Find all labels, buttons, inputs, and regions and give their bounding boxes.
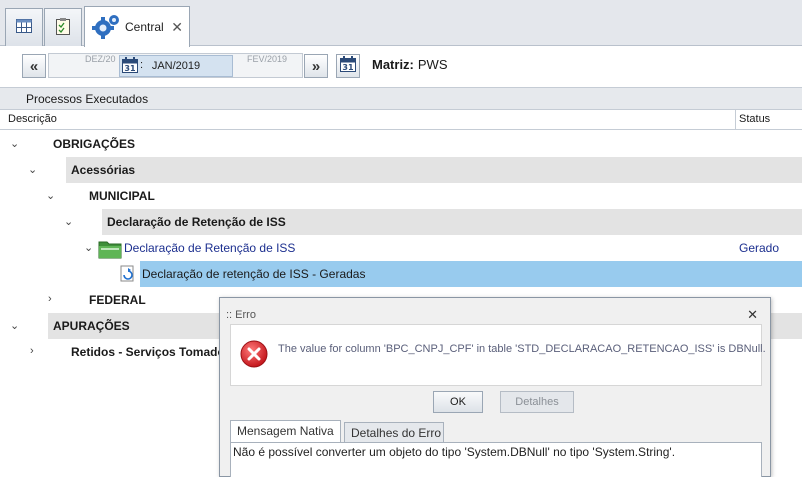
status-value: Gerado: [739, 241, 780, 255]
period-current-label: JAN/2019: [151, 60, 201, 72]
chevron-down-icon[interactable]: ⌄: [28, 163, 37, 176]
chevron-down-icon[interactable]: ⌄: [10, 319, 19, 332]
period-prev-label[interactable]: DEZ/20: [85, 54, 116, 64]
native-message: Não é possível converter um objeto do ti…: [230, 442, 762, 477]
dialog-message-area: [230, 324, 762, 386]
tree-row-acessorias[interactable]: ⌄ Acessórias: [0, 157, 802, 183]
chevron-down-icon[interactable]: ⌄: [10, 137, 19, 150]
matriz-display: Matriz: PWS: [372, 57, 448, 72]
period-selector[interactable]: DEZ/20 FEV/2019 31 : JAN/2019: [48, 53, 303, 78]
panel-title: Processos Executados: [0, 87, 802, 110]
tree-row-municipal[interactable]: ⌄ MUNICIPAL: [0, 183, 802, 209]
double-chevron-right-icon: »: [311, 57, 321, 75]
column-description[interactable]: Descrição: [8, 113, 57, 125]
refresh-document-icon: [119, 265, 137, 286]
next-period-button[interactable]: »: [304, 54, 328, 78]
error-message: The value for column 'BPC_CNPJ_CPF' in t…: [278, 343, 766, 355]
ok-button[interactable]: OK: [433, 391, 483, 413]
error-icon: [240, 340, 268, 371]
tree-label: OBRIGAÇÕES: [53, 137, 136, 151]
tree-label: Declaração de retenção de ISS - Geradas: [142, 267, 366, 281]
close-icon[interactable]: ✕: [747, 307, 758, 323]
period-colon: :: [140, 59, 144, 71]
tree-label: APURAÇÕES: [53, 319, 130, 333]
tree-label: Declaração de Retenção de ISS: [107, 215, 286, 229]
chevron-down-icon[interactable]: ⌄: [64, 215, 73, 228]
period-current[interactable]: 31 : JAN/2019: [119, 55, 233, 77]
calendar-icon: 31: [340, 56, 356, 76]
close-icon[interactable]: ✕: [171, 19, 183, 36]
details-button[interactable]: Detalhes: [500, 391, 574, 413]
group-band: [66, 157, 802, 183]
calendar-button[interactable]: 31: [336, 54, 360, 78]
tab-mensagem-nativa[interactable]: Mensagem Nativa: [230, 420, 341, 442]
chevron-down-icon[interactable]: ⌄: [46, 189, 55, 202]
grid-icon: [16, 19, 32, 36]
column-status[interactable]: Status: [739, 113, 770, 125]
tab-detalhes-erro[interactable]: Detalhes do Erro: [344, 422, 444, 442]
error-dialog: :: Erro ✕ The value for column 'BPC_CNPJ…: [219, 297, 771, 477]
chevron-down-icon[interactable]: ⌄: [84, 241, 93, 254]
column-header: Descrição Status: [0, 110, 802, 130]
dialog-title: :: Erro: [226, 309, 256, 321]
calendar-icon: 31: [122, 57, 138, 76]
column-divider: [735, 110, 736, 130]
tab-central[interactable]: Central ✕: [84, 6, 190, 47]
tab-central-label: Central: [125, 20, 164, 34]
tree-label: Retidos - Serviços Tomado: [71, 345, 225, 359]
tree-row-obrigacoes[interactable]: ⌄ OBRIGAÇÕES: [0, 131, 802, 157]
tree-row-declaracao-geradas[interactable]: Declaração de retenção de ISS - Geradas: [0, 261, 802, 287]
tree-label: Declaração de Retenção de ISS: [124, 241, 296, 255]
period-next-label[interactable]: FEV/2019: [247, 54, 287, 64]
chevron-right-icon[interactable]: ›: [30, 345, 34, 357]
chevron-right-icon[interactable]: ›: [48, 293, 52, 305]
tree-row-declaracao-item[interactable]: ⌄ Declaração de Retenção de ISS Gerado: [0, 235, 802, 261]
tab-checklist[interactable]: [44, 8, 82, 46]
checklist-icon: [56, 17, 70, 38]
tree-label: FEDERAL: [89, 293, 146, 307]
double-chevron-left-icon: «: [29, 57, 39, 75]
matriz-label: Matriz:: [372, 57, 414, 72]
tree-label: Acessórias: [71, 163, 136, 177]
tree-row-declaracao-group[interactable]: ⌄ Declaração de Retenção de ISS: [0, 209, 802, 235]
svg-text:31: 31: [124, 64, 136, 73]
folder-icon: [98, 237, 122, 262]
previous-period-button[interactable]: «: [22, 54, 46, 78]
svg-text:31: 31: [342, 63, 354, 72]
tree-label: MUNICIPAL: [89, 189, 155, 203]
gears-icon: [91, 12, 121, 42]
tab-grid[interactable]: [5, 8, 43, 46]
matriz-value: PWS: [417, 57, 448, 72]
tab-strip: Central ✕: [0, 0, 802, 47]
